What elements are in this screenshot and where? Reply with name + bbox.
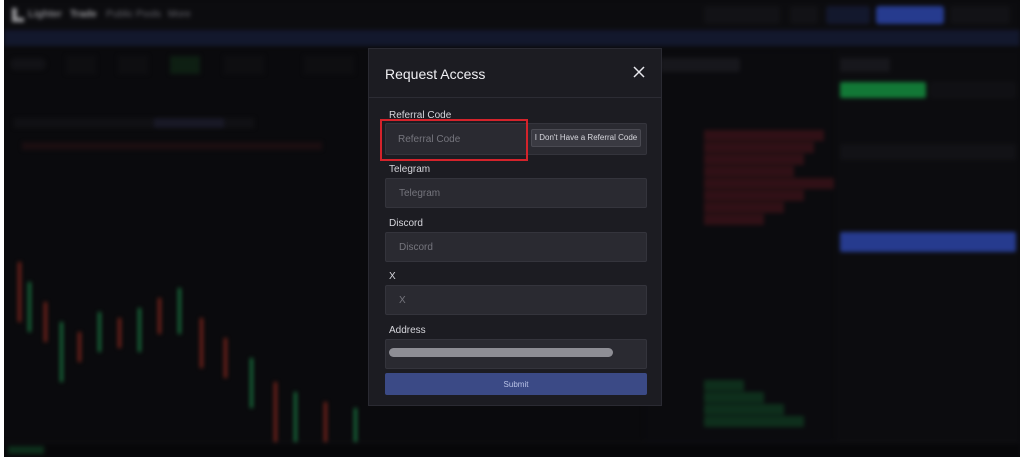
telegram-label: Telegram bbox=[389, 164, 431, 175]
app-window: Lighter Trade Public Pools More Request … bbox=[4, 0, 1020, 457]
x-input[interactable] bbox=[385, 285, 647, 315]
referral-code-label: Referral Code bbox=[389, 110, 452, 121]
submit-button[interactable]: Submit bbox=[385, 373, 647, 395]
header-divider bbox=[369, 97, 661, 98]
referral-code-input[interactable] bbox=[385, 124, 531, 154]
discord-input[interactable] bbox=[385, 232, 647, 262]
x-label: X bbox=[389, 271, 396, 282]
no-referral-code-button[interactable]: I Don't Have a Referral Code bbox=[531, 129, 641, 147]
close-button[interactable] bbox=[633, 66, 647, 80]
request-access-modal: Request Access Referral Code I Don't Hav… bbox=[368, 48, 662, 406]
address-label: Address bbox=[389, 325, 426, 336]
modal-title: Request Access bbox=[385, 66, 486, 82]
address-value-redacted bbox=[389, 348, 613, 357]
telegram-input[interactable] bbox=[385, 178, 647, 208]
discord-label: Discord bbox=[389, 218, 423, 229]
close-icon bbox=[633, 66, 645, 78]
